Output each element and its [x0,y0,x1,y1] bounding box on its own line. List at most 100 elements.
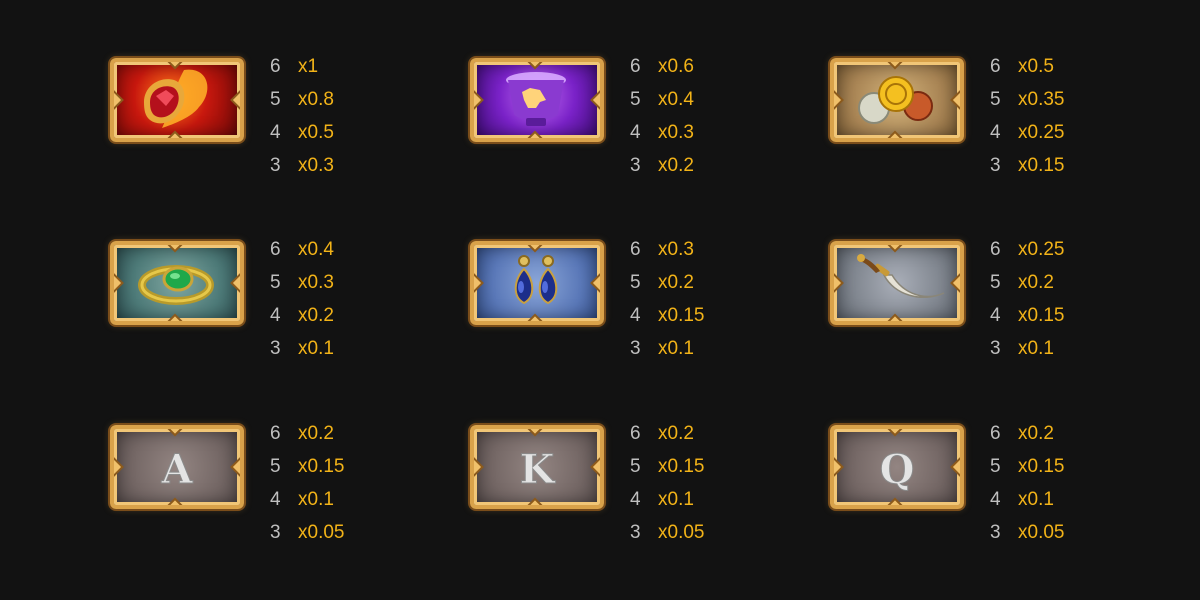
emerald-ring-symbol [110,241,244,325]
symbol-count: 4 [270,122,281,143]
symbol-count: 5 [990,272,1001,293]
payout-row: 5 x0.8 [270,83,400,116]
red-gem-symbol [110,58,244,142]
paytable-entry-emerald-ring: 6 x0.4 5 x0.3 4 x0.2 3 x0.1 [110,233,410,363]
payout-row: 3 x0.05 [990,516,1120,549]
symbol-count: 5 [990,456,1001,477]
multiplier: x0.05 [298,522,345,543]
multiplier: x0.1 [1018,338,1054,359]
curved-dagger-symbol [830,241,964,325]
paytable-entry-red-gem: 6 x1 5 x0.8 4 x0.5 3 x0.3 [110,50,410,180]
multiplier: x0.05 [1018,522,1065,543]
multiplier: x0.15 [298,456,345,477]
payout-list: 6 x1 5 x0.8 4 x0.5 3 x0.3 [270,50,400,182]
payout-row: 5 x0.15 [990,450,1120,483]
multiplier: x0.5 [298,122,334,143]
multiplier: x0.2 [298,423,334,444]
symbol-count: 3 [630,338,641,359]
payout-list: 6 x0.5 5 x0.35 4 x0.25 3 x0.15 [990,50,1120,182]
symbol-count: 4 [990,489,1001,510]
symbol-count: 5 [270,272,281,293]
svg-text:A: A [160,446,193,493]
multiplier: x1 [298,56,319,77]
payout-row: 4 x0.25 [990,116,1120,149]
payout-row: 4 x0.3 [630,116,760,149]
symbol-count: 3 [270,522,281,543]
multiplier: x0.1 [298,338,334,359]
symbol-count: 6 [270,56,281,77]
payout-row: 4 x0.1 [270,483,400,516]
ring-icon [138,265,214,305]
symbol-count: 5 [990,89,1001,110]
letter-k-symbol: K [470,425,604,509]
symbol-count: 6 [630,239,641,260]
dagger-icon [857,254,945,298]
multiplier: x0.1 [658,489,694,510]
symbol-count: 3 [990,338,1001,359]
symbol-count: 6 [270,239,281,260]
purple-chalice-symbol [470,58,604,142]
symbol-count: 6 [990,239,1001,260]
multiplier: x0.1 [658,338,694,359]
payout-row: 4 x0.15 [990,299,1120,332]
payout-row: 4 x0.15 [630,299,760,332]
payout-row: 5 x0.15 [630,450,760,483]
svg-text:K: K [520,446,556,493]
payout-row: 6 x1 [270,50,400,83]
multiplier: x0.4 [658,89,694,110]
payout-row: 6 x0.5 [990,50,1120,83]
symbol-count: 6 [270,423,281,444]
multiplier: x0.4 [298,239,334,260]
symbol-count: 6 [990,423,1001,444]
payout-row: 3 x0.2 [630,149,760,182]
payout-row: 5 x0.2 [630,266,760,299]
multiplier: x0.1 [1018,489,1054,510]
payout-row: 4 x0.1 [630,483,760,516]
multiplier: x0.25 [1018,122,1065,143]
payout-row: 6 x0.3 [630,233,760,266]
payout-list: 6 x0.6 5 x0.4 4 x0.3 3 x0.2 [630,50,760,182]
letter-a-symbol: A [110,425,244,509]
letter-q-symbol: Q [830,425,964,509]
paytable-entry-letter-q: Q 6 x0.2 5 x0.15 4 x0.1 3 x0.05 [830,417,1130,547]
multiplier: x0.2 [1018,272,1054,293]
symbol-count: 4 [270,305,281,326]
multiplier: x0.3 [658,122,694,143]
payout-row: 6 x0.2 [630,417,760,450]
payout-row: 4 x0.2 [270,299,400,332]
paytable-entry-purple-chalice: 6 x0.6 5 x0.4 4 x0.3 3 x0.2 [470,50,770,180]
red-gem-icon [144,69,208,128]
payout-row: 3 x0.1 [990,332,1120,365]
payout-row: 3 x0.05 [270,516,400,549]
multiplier: x0.2 [1018,423,1054,444]
multiplier: x0.3 [298,272,334,293]
svg-text:Q: Q [880,446,915,493]
multiplier: x0.25 [1018,239,1065,260]
multiplier: x0.6 [658,56,694,77]
payout-row: 6 x0.25 [990,233,1120,266]
multiplier: x0.2 [658,272,694,293]
symbol-count: 6 [630,56,641,77]
multiplier: x0.2 [658,423,694,444]
symbol-count: 4 [630,489,641,510]
earrings-icon [514,255,558,305]
multiplier: x0.2 [658,155,694,176]
payout-row: 5 x0.15 [270,450,400,483]
multiplier: x0.15 [658,305,705,326]
payout-row: 5 x0.2 [990,266,1120,299]
symbol-count: 4 [630,122,641,143]
payout-row: 6 x0.2 [270,417,400,450]
payout-row: 3 x0.15 [990,149,1120,182]
symbol-count: 4 [990,122,1001,143]
symbol-count: 3 [630,155,641,176]
multiplier: x0.2 [298,305,334,326]
payout-row: 3 x0.1 [270,332,400,365]
payout-row: 3 x0.05 [630,516,760,549]
payout-row: 6 x0.6 [630,50,760,83]
symbol-count: 6 [990,56,1001,77]
symbol-count: 5 [630,272,641,293]
multiplier: x0.3 [658,239,694,260]
multiplier: x0.15 [658,456,705,477]
symbol-count: 5 [630,89,641,110]
multiplier: x0.1 [298,489,334,510]
